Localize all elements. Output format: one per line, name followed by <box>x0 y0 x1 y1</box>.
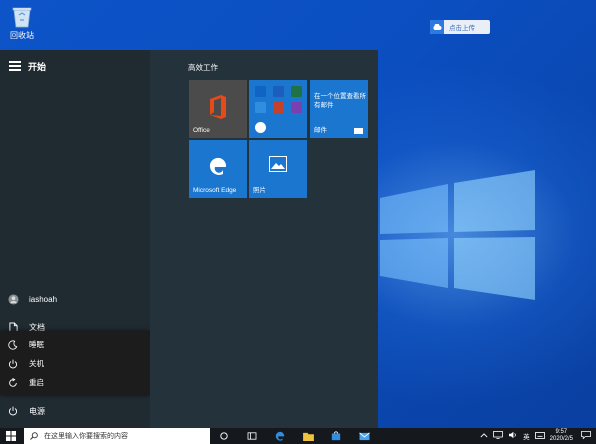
user-icon <box>7 293 19 305</box>
word-icon <box>273 86 284 97</box>
user-name: iashoah <box>29 294 58 304</box>
powerpoint-icon <box>273 102 284 113</box>
search-icon <box>30 432 38 440</box>
start-menu: 开始 iashoah 文档 睡眠 关机 重启 电源 高效工作 Office 在一… <box>0 50 378 428</box>
clock-date: 2020/2/5 <box>549 436 573 442</box>
power-menu-shutdown[interactable]: 关机 <box>0 354 150 373</box>
cloud-badge-label: 点击上传 <box>449 25 475 32</box>
system-tray: 英 9:57 2020/2/5 <box>480 428 596 444</box>
start-rail: 开始 iashoah 文档 睡眠 关机 重启 电源 <box>0 50 150 428</box>
rail-item-user[interactable]: iashoah <box>0 290 150 308</box>
taskbar: 在这里输入你要搜索的内容 英 9:57 2020/2/5 <box>0 428 596 444</box>
tile-office-apps[interactable] <box>249 80 307 138</box>
ime-indicator[interactable]: 英 <box>523 431 530 441</box>
cortana-icon <box>220 432 228 440</box>
tile-photos-label: 照片 <box>253 187 266 194</box>
mail-icon <box>354 128 363 134</box>
search-placeholder: 在这里输入你要搜索的内容 <box>44 433 128 440</box>
recycle-bin-label: 回收站 <box>10 31 34 40</box>
restart-icon <box>7 377 19 389</box>
power-icon <box>7 405 19 417</box>
office-icon <box>208 95 228 119</box>
tile-mail[interactable]: 在一个位置查看所有邮件 邮件 <box>310 80 368 138</box>
taskbar-search-box[interactable]: 在这里输入你要搜索的内容 <box>24 428 210 444</box>
shutdown-label: 关机 <box>29 359 44 368</box>
tile-photos[interactable]: 照片 <box>249 140 307 198</box>
tile-office-label: Office <box>193 127 210 134</box>
taskbar-edge[interactable] <box>266 428 294 444</box>
cortana-button[interactable] <box>210 428 238 444</box>
cloud-icon <box>430 20 444 34</box>
mail-tile-text: 在一个位置查看所有邮件 <box>314 93 366 109</box>
network-icon[interactable] <box>493 431 503 441</box>
power-menu-sleep[interactable]: 睡眠 <box>0 335 150 354</box>
skype-icon <box>255 122 266 133</box>
excel-icon <box>291 86 302 97</box>
windows-logo-wallpaper <box>380 170 540 300</box>
moon-icon <box>7 339 19 351</box>
clock[interactable]: 9:57 2020/2/5 <box>550 429 573 443</box>
power-icon <box>7 358 19 370</box>
mail-icon <box>358 432 370 440</box>
power-menu: 睡眠 关机 重启 <box>0 331 150 395</box>
tiles-area: 高效工作 Office 在一个位置查看所有邮件 邮件 Microsoft Edg… <box>150 50 378 428</box>
restart-label: 重启 <box>29 378 44 387</box>
edge-icon <box>275 431 285 441</box>
cloud-upload-badge[interactable]: 点击上传 <box>430 20 490 34</box>
tile-edge[interactable]: Microsoft Edge <box>189 140 247 198</box>
sleep-label: 睡眠 <box>29 340 44 349</box>
tile-group-title: 高效工作 <box>188 63 218 72</box>
recycle-bin-icon <box>11 4 33 28</box>
photos-icon <box>269 156 287 172</box>
rail-item-power[interactable]: 电源 <box>0 402 150 420</box>
outlook-icon <box>255 86 266 97</box>
store-icon <box>331 431 341 441</box>
tile-edge-label: Microsoft Edge <box>193 187 237 194</box>
onedrive-icon <box>255 102 266 113</box>
onenote-icon <box>291 102 302 113</box>
hamburger-icon[interactable] <box>9 61 21 73</box>
tile-mail-label: 邮件 <box>314 127 327 134</box>
keyboard-icon[interactable] <box>534 431 545 441</box>
start-button[interactable] <box>0 428 22 444</box>
taskbar-file-explorer[interactable] <box>294 428 322 444</box>
power-label: 电源 <box>29 406 45 416</box>
notification-icon[interactable] <box>581 431 591 441</box>
folder-icon <box>302 432 314 441</box>
task-view-button[interactable] <box>238 428 266 444</box>
windows-start-icon <box>6 431 16 441</box>
clock-time: 9:57 <box>555 429 568 435</box>
edge-icon <box>207 155 229 177</box>
start-title: 开始 <box>28 62 47 72</box>
power-menu-restart[interactable]: 重启 <box>0 373 150 392</box>
chevron-up-icon[interactable] <box>480 432 488 440</box>
taskbar-mail[interactable] <box>350 428 378 444</box>
desktop-icon-recycle-bin[interactable]: 回收站 <box>3 4 41 41</box>
task-view-icon <box>247 432 257 440</box>
taskbar-store[interactable] <box>322 428 350 444</box>
tile-office[interactable]: Office <box>189 80 247 138</box>
volume-icon[interactable] <box>508 431 518 441</box>
